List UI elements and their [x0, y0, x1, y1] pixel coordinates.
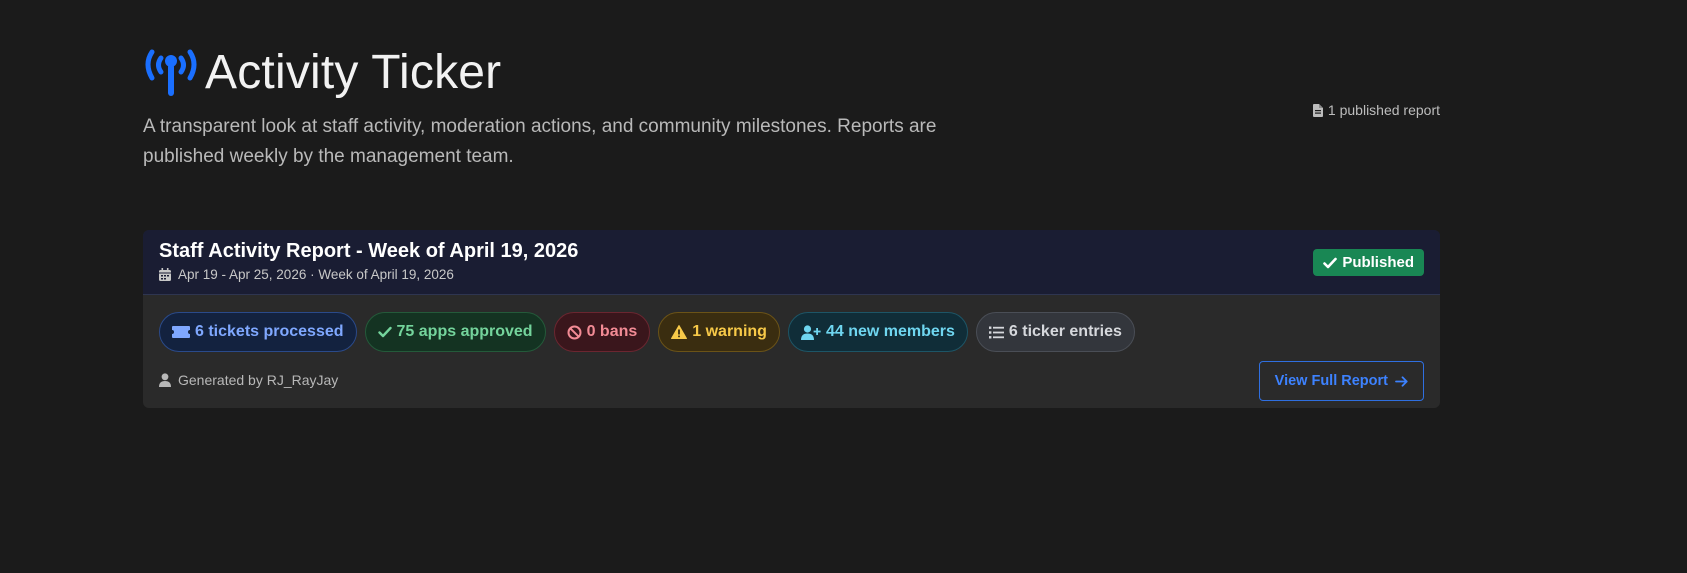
user-icon — [159, 373, 171, 387]
report-card: Staff Activity Report - Week of April 19… — [143, 230, 1440, 408]
report-dates-label: Apr 19 - Apr 25, 2026 · Week of April 19… — [178, 267, 454, 282]
status-badge-label: Published — [1342, 254, 1414, 271]
user-plus-icon — [800, 324, 821, 340]
stat-tickets: 6 tickets processed — [159, 312, 357, 352]
page-header: Activity Ticker A transparent look at st… — [143, 42, 1440, 172]
generated-by: Generated by RJ_RayJay — [159, 372, 338, 388]
arrow-right-icon — [1395, 375, 1408, 387]
warning-icon — [671, 325, 688, 339]
generated-by-label: Generated by RJ_RayJay — [178, 372, 339, 388]
stat-warnings: 1 warning — [658, 312, 780, 352]
page: Activity Ticker A transparent look at st… — [0, 0, 1687, 573]
report-count-label: 1 published report — [1327, 102, 1440, 118]
ban-icon — [567, 325, 582, 339]
calendar-icon — [159, 268, 171, 281]
view-full-report-label: View Full Report — [1274, 373, 1388, 389]
file-icon — [1312, 103, 1323, 117]
stat-bans-label: 0 bans — [586, 323, 638, 340]
ticket-icon — [172, 326, 190, 338]
stat-bans: 0 bans — [553, 312, 651, 352]
report-count: 1 published report — [1312, 102, 1440, 118]
check-icon — [1323, 257, 1338, 268]
broadcast-tower-icon — [145, 49, 197, 96]
list-icon — [988, 326, 1004, 338]
report-dates: Apr 19 - Apr 25, 2026 · Week of April 19… — [159, 267, 454, 282]
stat-apps: 75 apps approved — [364, 312, 546, 352]
report-card-header: Staff Activity Report - Week of April 19… — [143, 230, 1440, 295]
report-title: Staff Activity Report - Week of April 19… — [159, 240, 579, 262]
stat-apps-label: 75 apps approved — [396, 323, 533, 340]
stat-warnings-label: 1 warning — [692, 323, 767, 340]
page-title: Activity Ticker — [205, 45, 502, 99]
stat-entries: 6 ticker entries — [975, 312, 1135, 352]
view-full-report-button[interactable]: View Full Report — [1258, 361, 1424, 401]
stat-members-label: 44 new members — [825, 323, 955, 340]
title-row: Activity Ticker — [143, 42, 1440, 102]
stat-tickets-label: 6 tickets processed — [195, 323, 344, 340]
page-subtitle: A transparent look at staff activity, mo… — [143, 116, 937, 167]
stat-entries-label: 6 ticker entries — [1008, 323, 1122, 340]
stat-members: 44 new members — [787, 312, 968, 352]
check-icon — [377, 326, 392, 338]
stats-pills: 6 tickets processed 75 apps approved 0 b… — [159, 312, 1143, 352]
status-badge: Published — [1313, 249, 1424, 276]
